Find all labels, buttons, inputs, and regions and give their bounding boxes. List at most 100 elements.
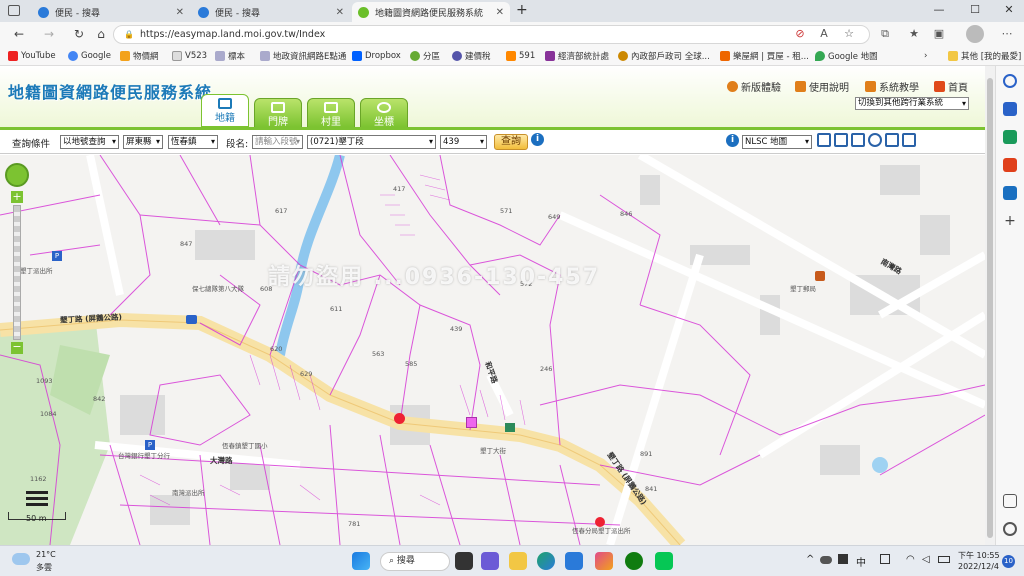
close-window-button[interactable]: ✕ bbox=[998, 3, 1020, 16]
map-canvas[interactable]: 417 846 617 649 572 439 847 620 629 842 … bbox=[0, 155, 985, 545]
onedrive-icon[interactable] bbox=[820, 556, 832, 564]
bookmark-moea-stats[interactable]: 經濟部統計處 bbox=[545, 49, 609, 63]
photos-icon[interactable] bbox=[595, 552, 613, 570]
zoom-slider[interactable] bbox=[13, 205, 21, 340]
notification-badge[interactable]: 10 bbox=[1002, 555, 1015, 568]
url-field[interactable]: 🔒 https://easymap.land.moi.gov.tw/Index bbox=[113, 25, 870, 44]
scroll-thumb[interactable] bbox=[987, 78, 993, 538]
other-bookmarks[interactable]: 其他 [我的最愛] bbox=[948, 49, 1021, 63]
edge-browser-icon[interactable] bbox=[537, 552, 555, 570]
other-system-select[interactable]: 切換到其他跨行業系統 bbox=[855, 97, 969, 110]
shopping-tag-icon[interactable] bbox=[1003, 102, 1017, 116]
new-version-link[interactable]: 新版體驗 bbox=[727, 79, 781, 94]
input-method-icon[interactable] bbox=[880, 554, 890, 564]
home-icon[interactable]: ⌂ bbox=[92, 25, 110, 43]
legend-list-icon[interactable] bbox=[26, 491, 48, 509]
back-icon[interactable]: ← bbox=[10, 25, 28, 43]
favorites-icon[interactable]: ★ bbox=[905, 25, 923, 43]
close-tab-icon[interactable]: ✕ bbox=[176, 7, 184, 18]
profile-avatar[interactable] bbox=[966, 25, 984, 43]
collections-icon[interactable]: ▣ bbox=[930, 25, 948, 43]
store-icon[interactable] bbox=[565, 552, 583, 570]
dropbox-tray-icon[interactable] bbox=[838, 554, 848, 564]
read-aloud-icon[interactable]: A bbox=[815, 25, 833, 43]
split-screen-icon[interactable] bbox=[1003, 494, 1017, 508]
file-explorer-icon[interactable] bbox=[509, 552, 527, 570]
blocked-icon[interactable]: ⊘ bbox=[791, 25, 809, 43]
lot-number-input[interactable]: 439 bbox=[440, 135, 487, 149]
clock-time[interactable]: 下午 10:55 bbox=[958, 550, 1000, 561]
bookmarks-overflow-icon[interactable]: › bbox=[924, 49, 927, 63]
add-icon[interactable]: + bbox=[1003, 214, 1017, 228]
layers-icon[interactable] bbox=[902, 133, 916, 147]
measure-area-icon[interactable] bbox=[885, 133, 899, 147]
task-view-icon[interactable] bbox=[455, 552, 473, 570]
zoom-in-button[interactable]: + bbox=[11, 191, 23, 203]
tab-coordinates[interactable]: 坐標 bbox=[360, 98, 408, 128]
bookmark-land-info[interactable]: 地政資訊網路E點通 bbox=[260, 49, 346, 63]
measure-line-icon[interactable] bbox=[868, 133, 882, 147]
page-scrollbar[interactable] bbox=[985, 66, 995, 545]
query-mode-select[interactable]: 以地號查詢 bbox=[60, 135, 119, 149]
section-code-input[interactable]: 請輸入段號 bbox=[252, 135, 303, 149]
bookmark-price[interactable]: 物價網 bbox=[120, 49, 159, 63]
new-tab-button[interactable]: + bbox=[516, 2, 528, 18]
close-tab-icon[interactable]: ✕ bbox=[496, 7, 504, 18]
tab-village[interactable]: 村里 bbox=[307, 98, 355, 128]
start-windows-icon[interactable] bbox=[352, 552, 370, 570]
basemap-select[interactable]: NLSC 地圖 bbox=[742, 135, 812, 149]
tray-chevron-icon[interactable]: ^ bbox=[806, 554, 814, 565]
bookmark-v523[interactable]: V523 bbox=[172, 49, 207, 63]
bookmark-rakuya[interactable]: 樂屋網 | 買屋 - 租... bbox=[720, 49, 809, 63]
bookmark-specimen[interactable]: 標本 bbox=[215, 49, 245, 63]
search-icon[interactable] bbox=[1003, 74, 1017, 88]
zoom-box-icon[interactable] bbox=[817, 133, 831, 147]
maximize-button[interactable]: ☐ bbox=[964, 3, 986, 16]
forward-icon[interactable]: → bbox=[40, 25, 58, 43]
site-logo[interactable]: 地籍圖資網路便民服務系統 bbox=[8, 79, 212, 103]
battery-icon[interactable] bbox=[938, 556, 950, 563]
browser-tab-2[interactable]: 便民 - 搜尋 ✕ bbox=[192, 2, 350, 22]
home-link[interactable]: 首頁 bbox=[934, 79, 968, 94]
tutorial-link[interactable]: 系統教學 bbox=[865, 79, 919, 94]
info-icon[interactable]: i bbox=[531, 133, 544, 146]
bookmark-591[interactable]: 591 bbox=[506, 49, 535, 63]
line-app-icon[interactable] bbox=[655, 552, 673, 570]
clock-date[interactable]: 2022/12/4 bbox=[958, 562, 999, 571]
settings-gear-icon[interactable] bbox=[1003, 522, 1017, 536]
minimize-button[interactable]: — bbox=[928, 3, 950, 16]
browser-tab-active[interactable]: 地籍圖資網路便民服務系統 ✕ bbox=[352, 2, 510, 22]
bookmark-google-maps[interactable]: Google 地圖 bbox=[815, 49, 878, 63]
weather-icon[interactable] bbox=[12, 553, 30, 565]
office-icon[interactable] bbox=[1003, 158, 1017, 172]
section-select[interactable]: (0721)墾丁段 bbox=[307, 135, 436, 149]
bookmark-zoning[interactable]: 分區 bbox=[410, 49, 440, 63]
county-select[interactable]: 屏東縣 bbox=[123, 135, 163, 149]
ime-indicator[interactable]: 中 bbox=[856, 554, 866, 569]
bookmark-tax[interactable]: 建價稅 bbox=[452, 49, 491, 63]
wifi-icon[interactable]: ◠ bbox=[906, 554, 915, 565]
volume-icon[interactable]: ◁ bbox=[922, 554, 930, 565]
query-button[interactable]: 查詢 bbox=[494, 134, 528, 150]
refresh-icon[interactable]: ↻ bbox=[70, 25, 88, 43]
bookmark-household[interactable]: 內政部戶政司 全球... bbox=[618, 49, 710, 63]
bookmark-google[interactable]: Google bbox=[68, 49, 111, 63]
tab-door-plate[interactable]: 門牌 bbox=[254, 98, 302, 128]
bookmark-dropbox[interactable]: Dropbox bbox=[352, 49, 401, 63]
tab-actions-icon[interactable] bbox=[8, 5, 20, 16]
xbox-icon[interactable] bbox=[625, 552, 643, 570]
print-icon[interactable] bbox=[834, 133, 848, 147]
favorite-star-icon[interactable]: ☆ bbox=[840, 25, 858, 43]
taskbar-search[interactable]: ⌕ 搜尋 bbox=[380, 552, 450, 571]
chat-icon[interactable] bbox=[481, 552, 499, 570]
close-tab-icon[interactable]: ✕ bbox=[336, 7, 344, 18]
extensions-icon[interactable]: ⧉ bbox=[876, 25, 894, 43]
pan-control[interactable] bbox=[5, 163, 29, 187]
tab-cadastral[interactable]: 地籍 bbox=[201, 94, 249, 127]
info-icon[interactable]: i bbox=[726, 134, 739, 147]
bookmark-youtube[interactable]: YouTube bbox=[8, 49, 56, 63]
tools-icon[interactable] bbox=[1003, 130, 1017, 144]
edit-icon[interactable] bbox=[851, 133, 865, 147]
town-select[interactable]: 恆春鎮 bbox=[168, 135, 218, 149]
outlook-icon[interactable] bbox=[1003, 186, 1017, 200]
